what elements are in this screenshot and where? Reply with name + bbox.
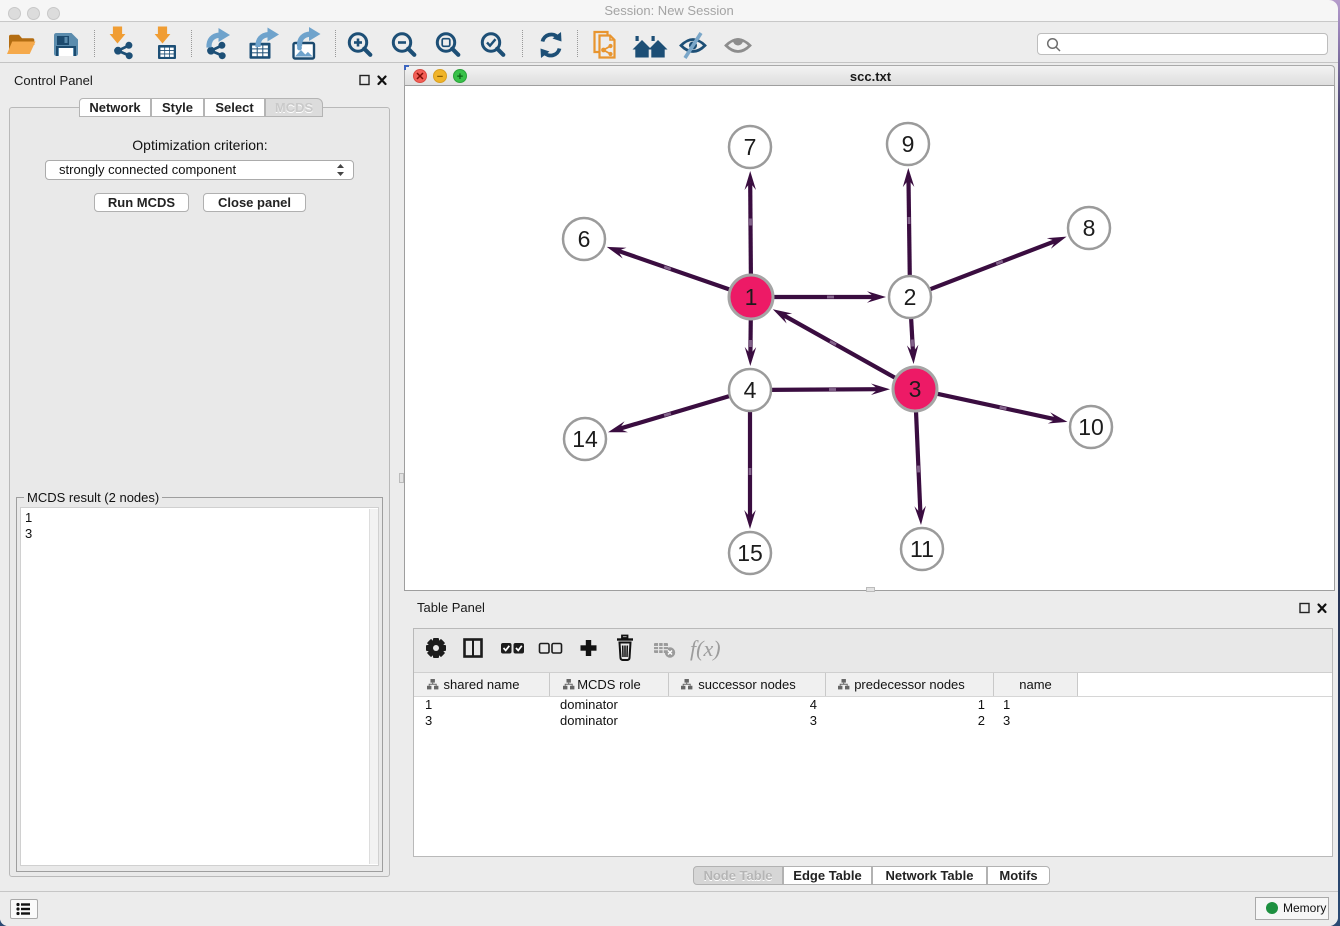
svg-text:f(x): f(x) (690, 636, 721, 661)
svg-text:9: 9 (902, 131, 915, 157)
svg-text:3: 3 (909, 376, 922, 402)
svg-text:10: 10 (1078, 414, 1104, 440)
svg-text:4: 4 (744, 377, 757, 403)
svg-text:1: 1 (745, 284, 758, 310)
svg-text:2: 2 (904, 284, 917, 310)
svg-text:11: 11 (910, 536, 934, 562)
svg-text:14: 14 (572, 426, 598, 452)
svg-text:15: 15 (737, 540, 763, 566)
svg-text:6: 6 (578, 226, 591, 252)
svg-text:7: 7 (744, 134, 757, 160)
svg-text:8: 8 (1083, 215, 1096, 241)
